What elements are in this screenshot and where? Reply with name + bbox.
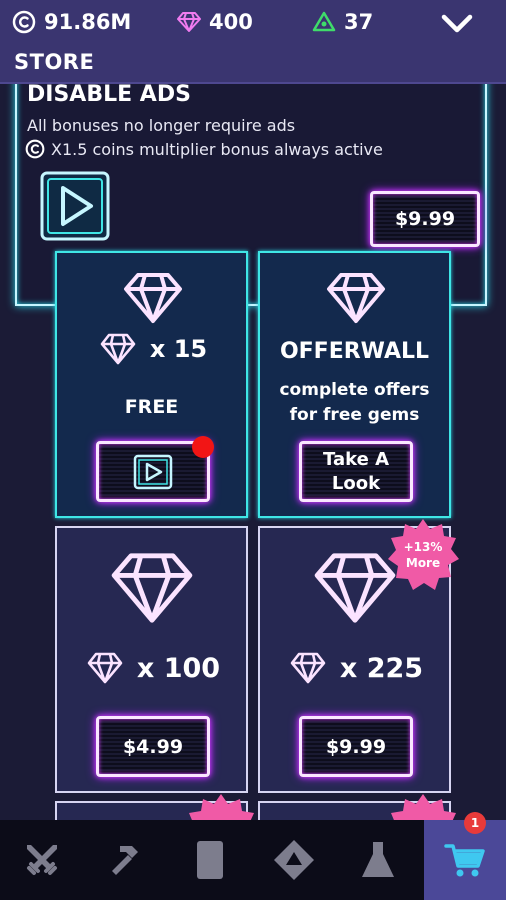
offerwall-card: OFFERWALL complete offers for free gems …: [258, 251, 451, 518]
bottom-nav: 1: [0, 812, 506, 900]
bonus-badge: +13% More: [385, 517, 461, 593]
top-bar: 91.86M 400 37 STORE: [0, 0, 506, 84]
gem-pack-buy-button[interactable]: $9.99: [299, 716, 413, 777]
coin-icon: [12, 10, 36, 34]
nav-lab[interactable]: [336, 820, 420, 900]
chevron-down-icon: [441, 14, 473, 33]
take-a-look-label-1: Take A: [323, 448, 389, 470]
token-balance: 37: [312, 10, 373, 34]
video-play-icon: [133, 454, 173, 489]
card-icon: [197, 841, 223, 879]
disable-ads-benefit-2-text: X1.5 coins multiplier bonus always activ…: [51, 139, 383, 159]
diamond-shape-icon: [274, 840, 314, 880]
gem-icon: [290, 652, 326, 684]
gem-balance: 400: [177, 10, 253, 34]
page-title: STORE: [14, 50, 95, 74]
nav-upgrades[interactable]: [252, 820, 336, 900]
disable-ads-title: DISABLE ADS: [27, 84, 191, 107]
notification-dot: [192, 436, 214, 458]
store-scroll-area[interactable]: DISABLE ADS All bonuses no longer requir…: [0, 84, 506, 820]
gem-pack-quantity: x 225: [260, 652, 453, 684]
bonus-badge-label: More: [405, 556, 441, 570]
disable-ads-benefit-2: X1.5 coins multiplier bonus always activ…: [25, 139, 383, 159]
coin-icon: [25, 139, 45, 159]
nav-store[interactable]: 1: [424, 812, 506, 900]
flask-icon: [362, 842, 394, 877]
video-play-icon: [40, 171, 110, 241]
free-gems-quantity-text: x 15: [149, 335, 208, 363]
gem-icon: [100, 333, 136, 365]
gem-icon: [87, 652, 123, 684]
offerwall-title: OFFERWALL: [279, 339, 430, 364]
token-triangle-icon: [312, 11, 336, 32]
cart-icon: [444, 844, 485, 877]
hammer-icon: [112, 846, 138, 875]
bonus-badge-percent: +13%: [403, 540, 443, 554]
coin-amount: 91.86M: [44, 10, 132, 34]
gem-large-icon: [327, 273, 385, 323]
nav-battle[interactable]: [0, 820, 84, 900]
gem-pack-card: x 100 $4.99: [55, 526, 248, 793]
offerwall-description-2: for free gems: [289, 405, 420, 425]
crossed-swords-icon: [27, 845, 57, 875]
token-amount: 37: [344, 10, 374, 34]
cart-badge: 1: [464, 812, 486, 834]
gem-icon: [177, 12, 201, 32]
gem-amount: 400: [209, 10, 253, 34]
gem-large-icon: [111, 553, 193, 623]
collapse-button[interactable]: [440, 12, 474, 40]
nav-craft[interactable]: [84, 820, 168, 900]
starburst-shape: [189, 794, 254, 820]
free-gems-quantity: x 15: [57, 333, 250, 365]
starburst-shape: [391, 794, 456, 820]
free-gems-card: x 15 FREE: [55, 251, 248, 518]
disable-ads-benefit-1: All bonuses no longer require ads: [27, 116, 296, 135]
nav-cards[interactable]: [168, 820, 252, 900]
disable-ads-buy-button[interactable]: $9.99: [370, 191, 480, 247]
gem-pack-quantity: x 100: [57, 652, 250, 684]
gem-pack-buy-button[interactable]: $4.99: [96, 716, 210, 777]
gem-large-icon: [124, 273, 182, 323]
coin-balance: 91.86M: [12, 10, 131, 34]
gem-pack-quantity-text: x 225: [339, 652, 424, 684]
take-a-look-label-2: Look: [331, 472, 381, 494]
gem-pack-quantity-text: x 100: [136, 652, 221, 684]
offerwall-description-1: complete offers: [279, 380, 430, 400]
free-gems-label: FREE: [124, 396, 179, 418]
take-a-look-button[interactable]: Take A Look: [299, 441, 413, 502]
